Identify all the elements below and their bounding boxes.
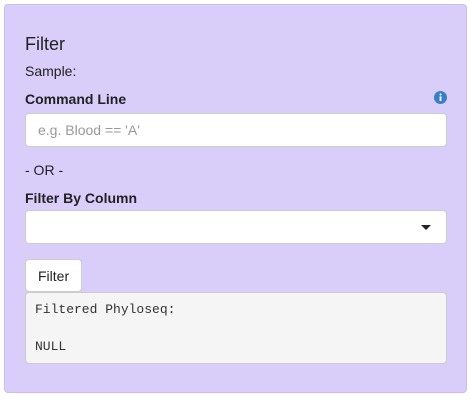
- caret-down-icon: [421, 225, 431, 230]
- sample-label: Sample:: [25, 63, 77, 79]
- filter-button[interactable]: Filter: [25, 259, 83, 292]
- info-circle-icon[interactable]: [434, 91, 447, 104]
- panel-title: Filter: [25, 34, 65, 54]
- filter-output: Filtered Phyloseq: NULL: [25, 292, 447, 364]
- command-line-label: Command Line: [25, 91, 127, 107]
- filter-by-column-label: Filter By Column: [25, 190, 138, 206]
- filter-panel: Filter Sample: Command Line - OR - Filte…: [4, 4, 467, 393]
- command-line-input[interactable]: [25, 113, 447, 147]
- column-select[interactable]: [25, 210, 447, 244]
- or-separator: - OR -: [25, 162, 64, 178]
